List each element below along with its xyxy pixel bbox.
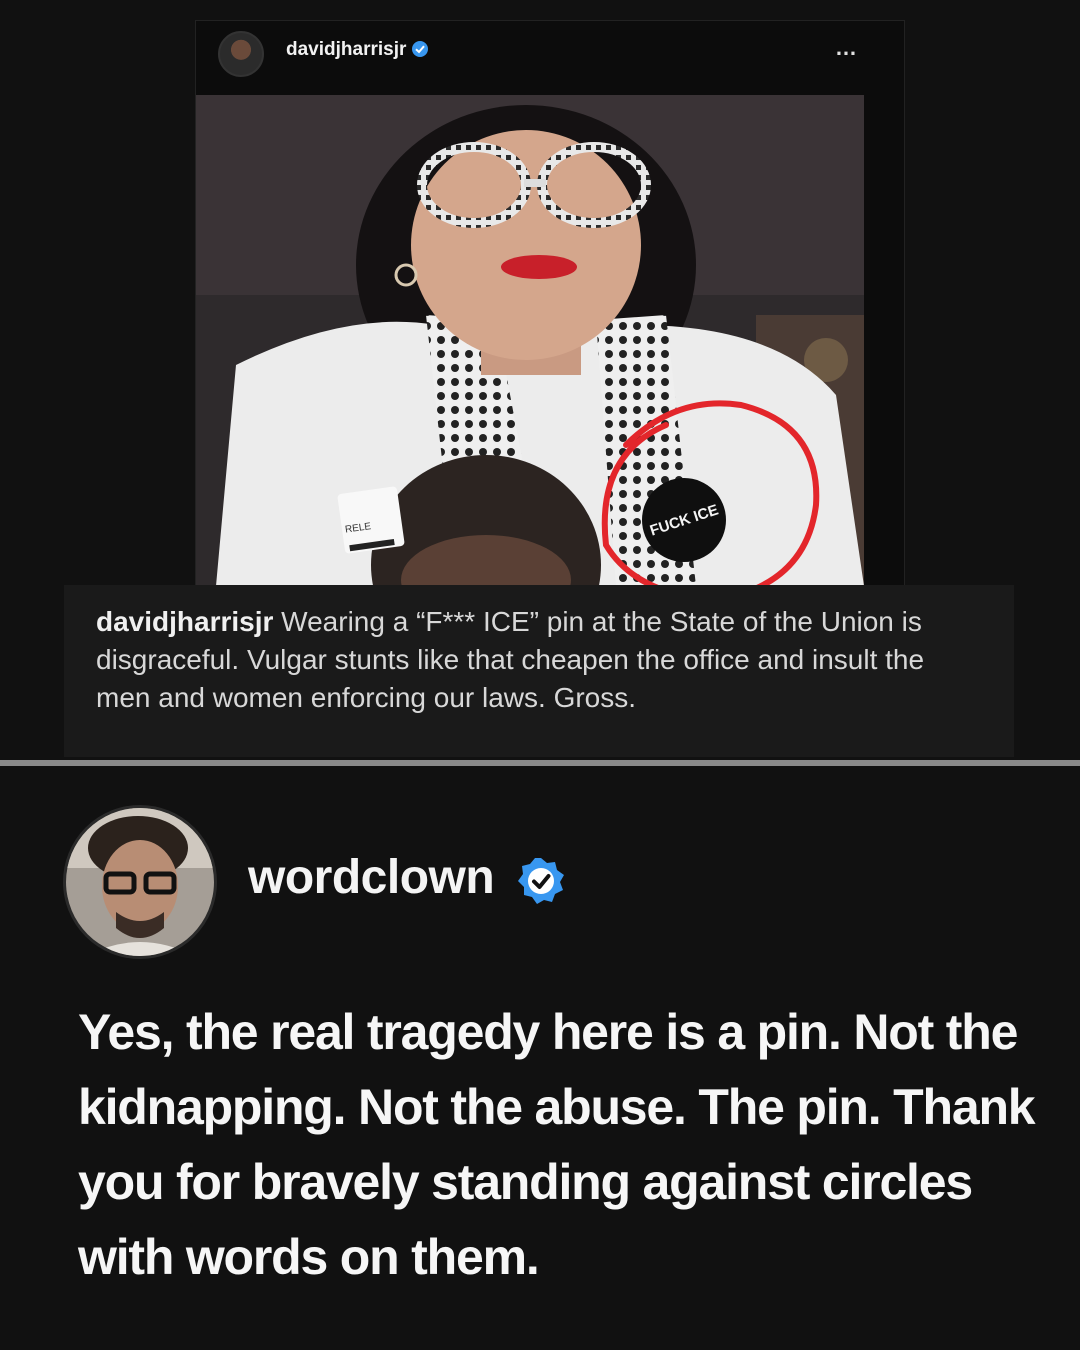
more-options-icon[interactable]: … (835, 35, 858, 61)
caption-username[interactable]: davidjharrisjr (96, 606, 273, 637)
reply-avatar[interactable] (63, 805, 217, 959)
post-username[interactable]: davidjharrisjr (286, 39, 429, 61)
reply-text: Yes, the real tragedy here is a pin. Not… (78, 1004, 1036, 1285)
caption-text: davidjharrisjr Wearing a “F*** ICE” pin … (96, 603, 976, 717)
post-photo: RELE FUCK ICE (196, 95, 864, 586)
post-header: davidjharrisjr … (196, 21, 904, 95)
embedded-post: davidjharrisjr … RELE FUCK ICE (195, 20, 905, 587)
verified-badge-icon (518, 858, 564, 904)
post-caption: davidjharrisjr Wearing a “F*** ICE” pin … (64, 585, 1014, 757)
reply-username[interactable]: wordclown (248, 850, 495, 905)
divider (0, 760, 1080, 766)
post-username-text: davidjharrisjr (286, 39, 407, 60)
avatar[interactable] (218, 31, 264, 77)
verified-badge-icon (412, 41, 429, 57)
